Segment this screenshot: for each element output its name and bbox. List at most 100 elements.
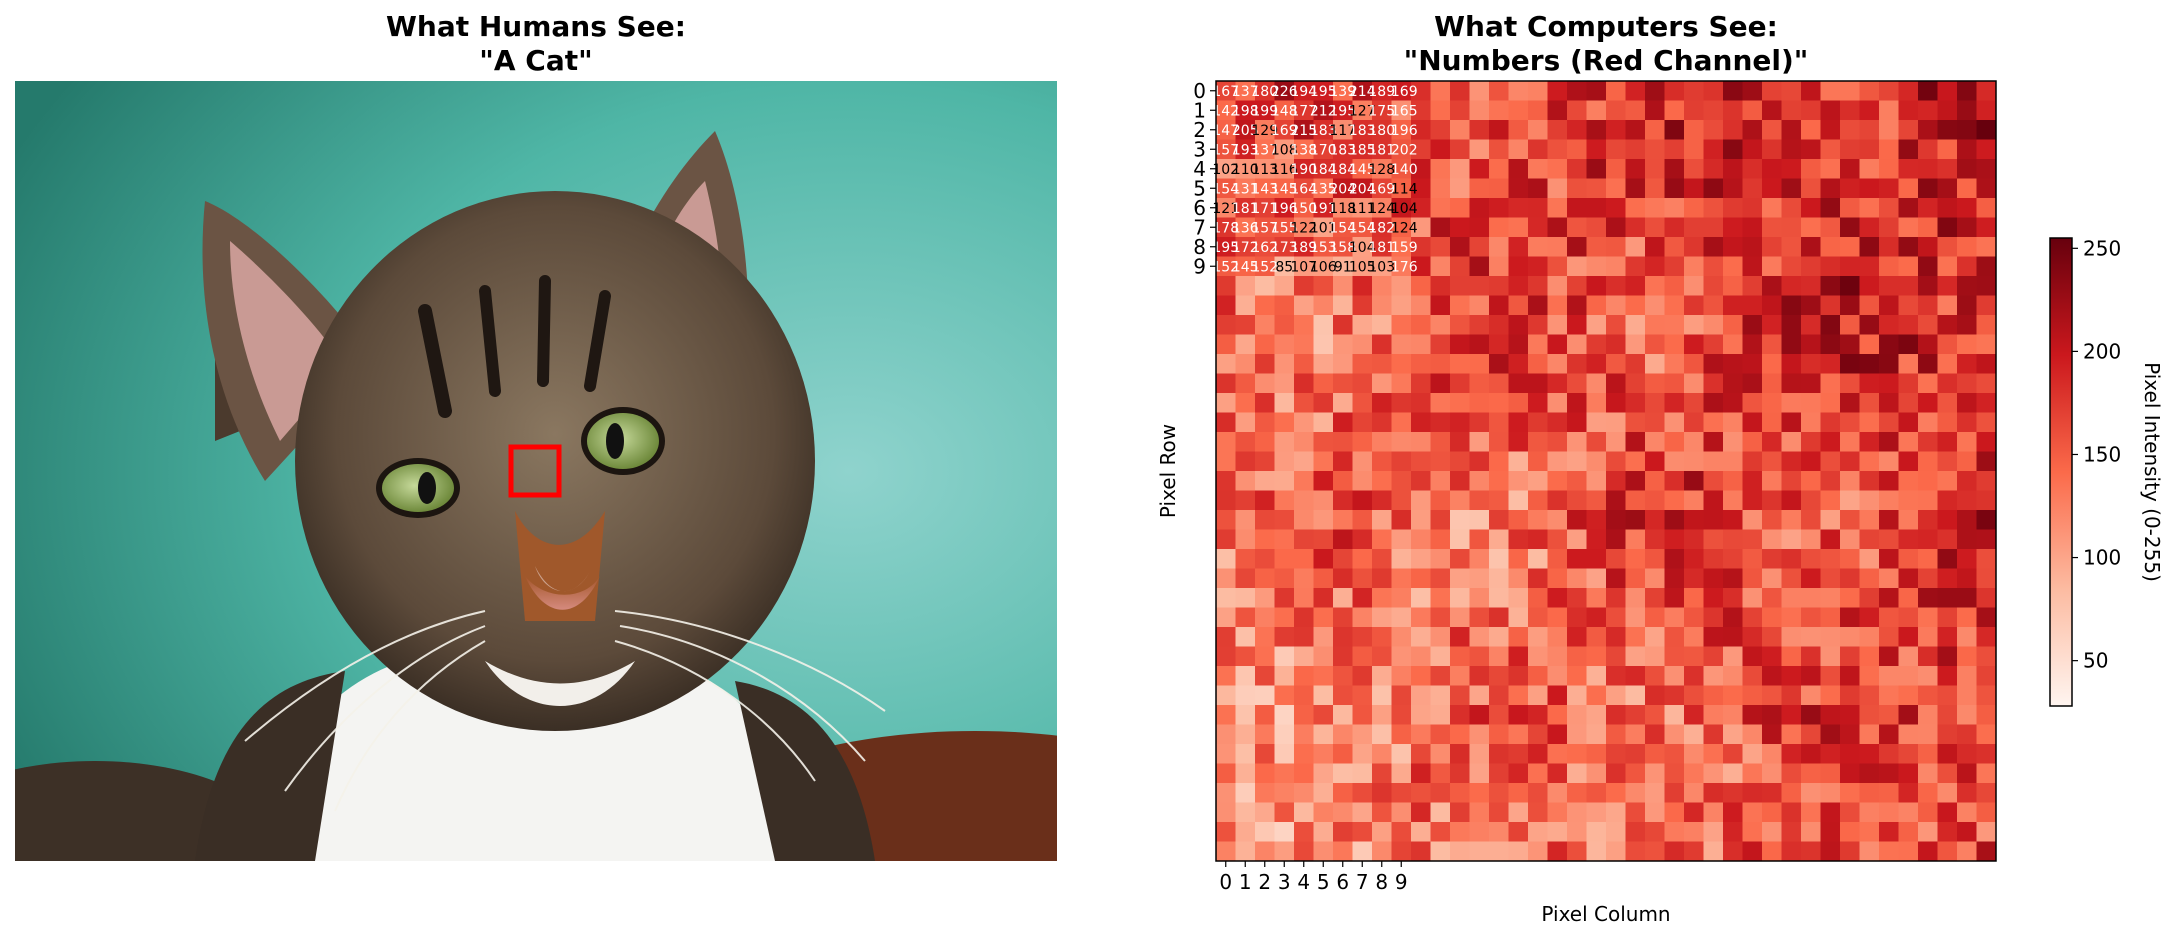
heatmap-cell xyxy=(1742,763,1763,784)
heatmap-cell xyxy=(1723,802,1743,823)
heatmap-cell xyxy=(1567,744,1587,764)
heatmap-cell xyxy=(1684,471,1704,491)
heatmap-cell xyxy=(1879,646,1899,667)
heatmap-cell xyxy=(1976,373,1997,394)
heatmap-cell xyxy=(1781,627,1802,647)
heatmap-cell xyxy=(1723,841,1743,862)
heatmap-cell xyxy=(1352,783,1373,803)
heatmap-cell xyxy=(1898,432,1919,452)
heatmap-cell xyxy=(1664,510,1685,530)
heatmap-cell xyxy=(1274,841,1295,862)
heatmap-cell xyxy=(1762,412,1782,433)
heatmap-cell xyxy=(1937,100,1958,121)
heatmap-cell xyxy=(1216,549,1236,569)
heatmap-cell xyxy=(1898,705,1919,725)
heatmap-cell xyxy=(1430,685,1451,706)
heatmap-cell xyxy=(1586,529,1607,550)
heatmap-cell xyxy=(1976,159,1997,179)
heatmap-cell xyxy=(1489,217,1509,238)
heatmap-cell xyxy=(1742,705,1763,725)
heatmap-cell xyxy=(1723,568,1743,589)
heatmap-cell xyxy=(1411,451,1431,472)
heatmap-cell xyxy=(1781,822,1802,842)
heatmap-cell xyxy=(1255,549,1275,569)
heatmap-cell xyxy=(1957,334,1977,355)
heatmap-cell xyxy=(1567,802,1587,823)
heatmap-cell xyxy=(1781,646,1802,667)
heatmap-cell xyxy=(1255,822,1275,842)
heatmap-cell xyxy=(1898,295,1919,316)
heatmap-cell xyxy=(1684,334,1704,355)
heatmap-cell xyxy=(1333,334,1353,355)
heatmap-cell xyxy=(1235,724,1256,745)
heatmap-cell xyxy=(1976,100,1997,121)
heatmap-cell xyxy=(1703,354,1724,374)
heatmap-cell xyxy=(1547,666,1568,686)
heatmap-cell xyxy=(1450,588,1470,608)
heatmap-cell xyxy=(1586,217,1607,238)
heatmap-cell xyxy=(1664,822,1685,842)
heatmap-cell xyxy=(1664,334,1685,355)
heatmap-cell xyxy=(1294,490,1314,511)
heatmap-cell xyxy=(1684,646,1704,667)
heatmap-cell xyxy=(1255,432,1275,452)
heatmap-cell xyxy=(1235,705,1256,725)
heatmap-cell xyxy=(1216,276,1236,296)
heatmap-cell xyxy=(1957,295,1977,316)
heatmap-cell xyxy=(1898,198,1919,218)
pixel-value-label: 176 xyxy=(1391,259,1418,275)
heatmap-cell xyxy=(1352,627,1373,647)
y-axis-label: Pixel Row xyxy=(1156,424,1180,518)
heatmap-cell xyxy=(1976,783,1997,803)
heatmap-cell xyxy=(1801,295,1821,316)
heatmap-cell xyxy=(1352,451,1373,472)
heatmap-cell xyxy=(1625,373,1646,394)
heatmap-cell xyxy=(1879,783,1899,803)
heatmap-cell xyxy=(1859,432,1880,452)
heatmap-cell xyxy=(1840,412,1860,433)
heatmap-cell xyxy=(1664,81,1685,101)
heatmap-cell xyxy=(1840,705,1860,725)
heatmap-cell xyxy=(1781,81,1802,101)
heatmap-cell xyxy=(1508,393,1529,413)
heatmap-cell xyxy=(1801,256,1821,277)
heatmap-cell xyxy=(1898,627,1919,647)
heatmap-cell xyxy=(1684,588,1704,608)
heatmap-cell xyxy=(1391,783,1412,803)
heatmap-cell xyxy=(1216,822,1236,842)
heatmap-cell xyxy=(1762,549,1782,569)
heatmap-cell xyxy=(1781,744,1802,764)
heatmap-cell xyxy=(1723,705,1743,725)
heatmap-cell xyxy=(1469,744,1490,764)
heatmap-cell xyxy=(1645,568,1665,589)
heatmap-cell xyxy=(1235,646,1256,667)
heatmap-cell xyxy=(1469,198,1490,218)
heatmap-cell xyxy=(1606,744,1626,764)
heatmap-cell xyxy=(1976,646,1997,667)
heatmap-cell xyxy=(1430,295,1451,316)
heatmap-cell xyxy=(1976,588,1997,608)
x-tick-label: 0 xyxy=(1219,870,1232,894)
heatmap-cell xyxy=(1898,588,1919,608)
heatmap-cell xyxy=(1762,744,1782,764)
heatmap-cell xyxy=(1469,334,1490,355)
heatmap-cell xyxy=(1742,802,1763,823)
heatmap-cell xyxy=(1469,822,1490,842)
heatmap-cell xyxy=(1528,393,1548,413)
colorbar-tick-label: 200 xyxy=(2083,339,2121,363)
heatmap-cell xyxy=(1547,685,1568,706)
heatmap-cell xyxy=(1411,568,1431,589)
heatmap-cell xyxy=(1450,666,1470,686)
heatmap-cell xyxy=(1625,529,1646,550)
heatmap-cell xyxy=(1937,451,1958,472)
heatmap-cell xyxy=(1976,81,1997,101)
heatmap-cell xyxy=(1372,295,1392,316)
heatmap-cell xyxy=(1391,315,1412,335)
heatmap-cell xyxy=(1586,315,1607,335)
heatmap-cell xyxy=(1528,432,1548,452)
heatmap-cell xyxy=(1411,549,1431,569)
heatmap-cell xyxy=(1274,315,1295,335)
heatmap-cell xyxy=(1547,627,1568,647)
heatmap-cell xyxy=(1820,471,1841,491)
heatmap-cell xyxy=(1274,354,1295,374)
